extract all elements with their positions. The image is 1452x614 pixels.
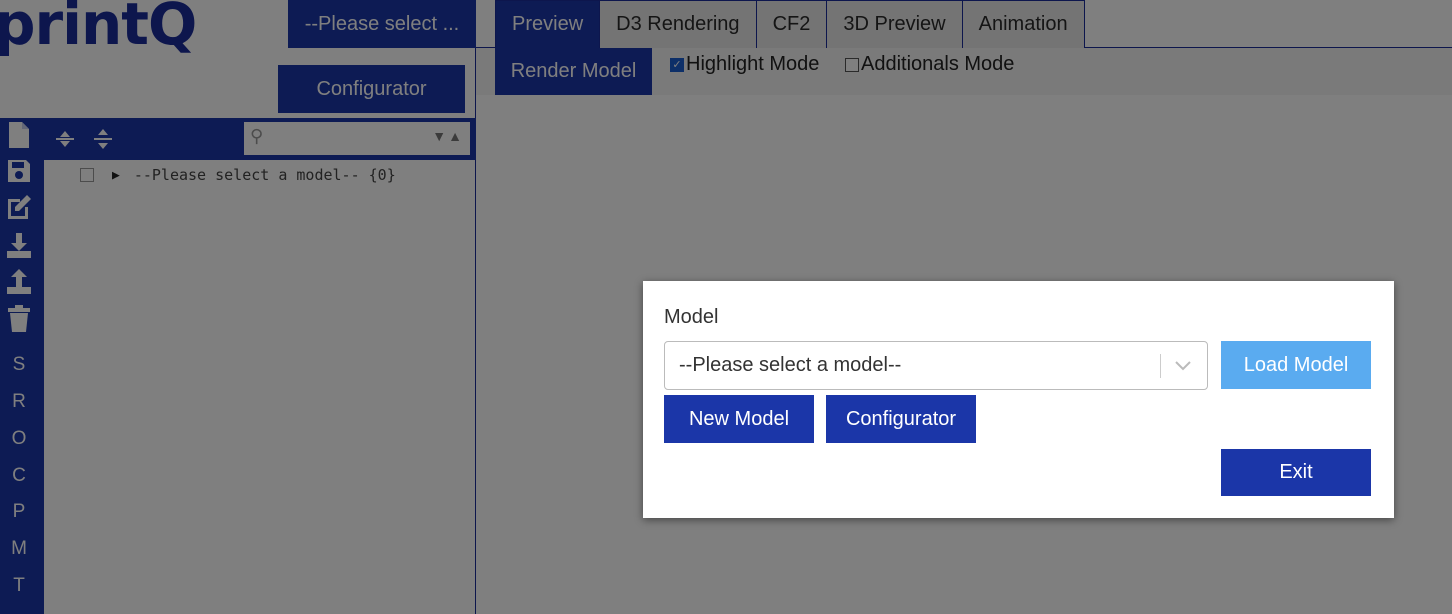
model-select-value: --Please select a model-- (679, 354, 902, 376)
load-model-dialog: Model --Please select a model-- Load Mod… (643, 281, 1394, 518)
exit-button[interactable]: Exit (1221, 449, 1371, 496)
modal-configurator-button[interactable]: Configurator (826, 395, 976, 443)
model-label: Model (664, 306, 719, 328)
new-model-button[interactable]: New Model (664, 395, 814, 443)
select-separator (1160, 354, 1161, 378)
model-select[interactable]: --Please select a model-- (664, 341, 1208, 390)
chevron-down-icon[interactable] (1173, 354, 1193, 378)
load-model-button[interactable]: Load Model (1221, 341, 1371, 389)
